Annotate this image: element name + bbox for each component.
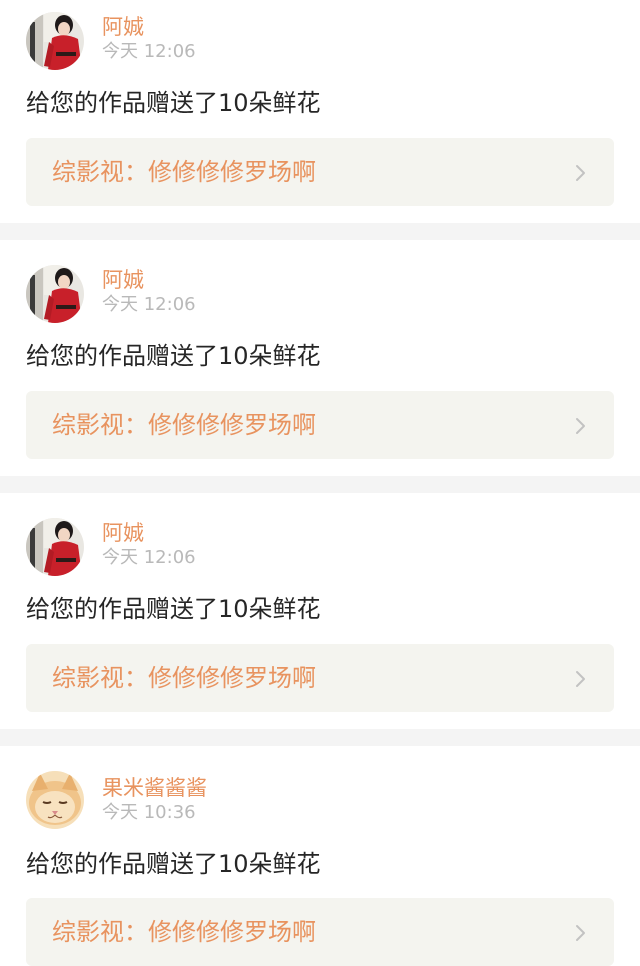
work-link[interactable]: 综影视：修修修修罗场啊 xyxy=(26,138,614,206)
gift-action-text: 给您的作品赠送了10朵鲜花 xyxy=(26,89,321,117)
work-label: 综影视：修修修修罗场啊 xyxy=(52,916,316,948)
username[interactable]: 阿娍 xyxy=(102,14,144,40)
notification-card: 阿娍 今天 12:06 给您的作品赠送了10朵鲜花 综影视：修修修修罗场啊 xyxy=(0,0,640,223)
work-category: 综影视： xyxy=(52,918,148,946)
timestamp: 今天 12:06 xyxy=(102,41,196,62)
chevron-right-icon xyxy=(576,418,585,434)
chevron-right-icon xyxy=(576,671,585,687)
work-category: 综影视： xyxy=(52,158,148,186)
notification-feed: 阿娍 今天 12:06 给您的作品赠送了10朵鲜花 综影视：修修修修罗场啊 阿娍… xyxy=(0,0,640,966)
username[interactable]: 阿娍 xyxy=(102,520,144,546)
work-label: 综影视：修修修修罗场啊 xyxy=(52,156,316,188)
work-label: 综影视：修修修修罗场啊 xyxy=(52,662,316,694)
work-link[interactable]: 综影视：修修修修罗场啊 xyxy=(26,644,614,712)
work-title: 修修修修罗场啊 xyxy=(148,158,316,186)
work-title: 修修修修罗场啊 xyxy=(148,411,316,439)
kitten-avatar-icon[interactable] xyxy=(26,771,84,829)
work-link[interactable]: 综影视：修修修修罗场啊 xyxy=(26,898,614,966)
notification-card: 阿娍 今天 12:06 给您的作品赠送了10朵鲜花 综影视：修修修修罗场啊 xyxy=(0,240,640,476)
gift-action-text: 给您的作品赠送了10朵鲜花 xyxy=(26,595,321,623)
gift-action-text: 给您的作品赠送了10朵鲜花 xyxy=(26,850,321,878)
timestamp: 今天 10:36 xyxy=(102,802,196,823)
girl-in-red-avatar-icon[interactable] xyxy=(26,12,84,70)
notification-card: 果米酱酱酱 今天 10:36 给您的作品赠送了10朵鲜花 综影视：修修修修罗场啊 xyxy=(0,746,640,966)
chevron-right-icon xyxy=(576,925,585,941)
girl-in-red-avatar-icon[interactable] xyxy=(26,265,84,323)
timestamp: 今天 12:06 xyxy=(102,547,196,568)
work-title: 修修修修罗场啊 xyxy=(148,918,316,946)
username[interactable]: 阿娍 xyxy=(102,267,144,293)
work-category: 综影视： xyxy=(52,664,148,692)
work-link[interactable]: 综影视：修修修修罗场啊 xyxy=(26,391,614,459)
username[interactable]: 果米酱酱酱 xyxy=(102,775,207,801)
work-category: 综影视： xyxy=(52,411,148,439)
gift-action-text: 给您的作品赠送了10朵鲜花 xyxy=(26,342,321,370)
work-label: 综影视：修修修修罗场啊 xyxy=(52,409,316,441)
notification-card: 阿娍 今天 12:06 给您的作品赠送了10朵鲜花 综影视：修修修修罗场啊 xyxy=(0,493,640,729)
work-title: 修修修修罗场啊 xyxy=(148,664,316,692)
chevron-right-icon xyxy=(576,165,585,181)
timestamp: 今天 12:06 xyxy=(102,294,196,315)
girl-in-red-avatar-icon[interactable] xyxy=(26,518,84,576)
